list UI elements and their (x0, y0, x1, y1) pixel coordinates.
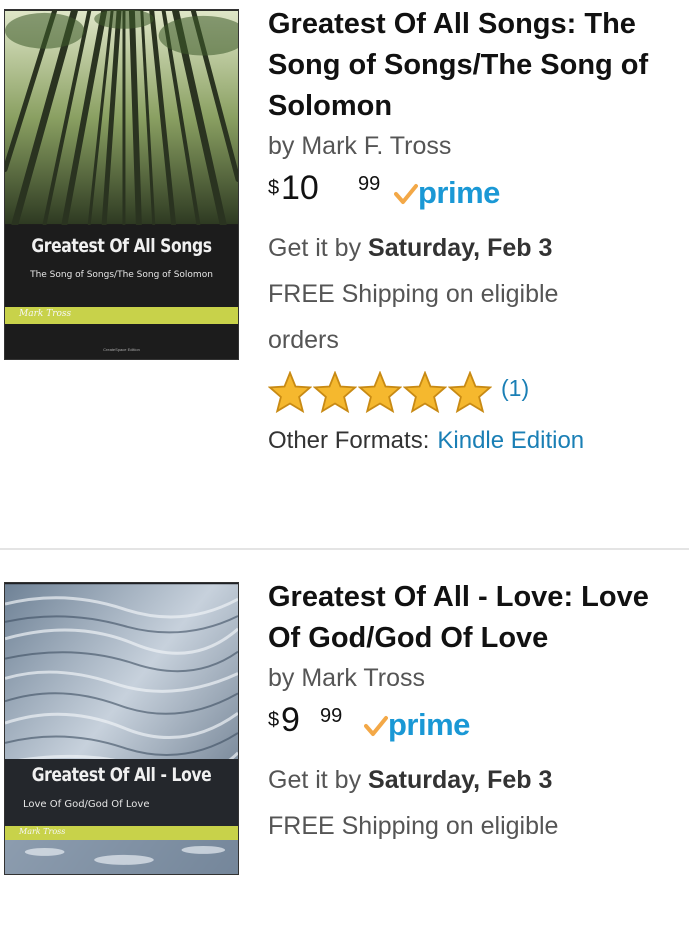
star-icon (403, 371, 447, 413)
shipping-info: FREE Shipping on eligible (268, 280, 559, 308)
price-cents: 99 (358, 173, 381, 195)
rating-count-link[interactable]: (1) (501, 375, 529, 402)
product-author: by Mark F. Tross (268, 132, 452, 160)
price-symbol: $ (268, 709, 280, 731)
prime-label: prime (418, 175, 500, 210)
shipping-info-cont: orders (268, 326, 339, 354)
bamboo-forest-image (5, 10, 238, 225)
price-cents: 99 (320, 705, 343, 727)
price: $ 10 99 prime (268, 163, 688, 225)
delivery-estimate: Get it by Saturday, Feb 3 (268, 225, 688, 271)
product-author: by Mark Tross (268, 664, 425, 692)
book-cover-1[interactable]: Greatest Of All Songs The Song of Songs/… (4, 9, 239, 360)
price-dollars: 9 (281, 701, 300, 739)
star-icon (313, 371, 357, 413)
other-formats: Other Formats: Kindle Edition (268, 427, 688, 455)
listing-divider (0, 548, 689, 550)
prime-check-icon (394, 184, 418, 204)
delivery-date: Saturday, Feb 3 (368, 766, 553, 794)
price-dollars: 10 (281, 169, 319, 207)
prime-check-icon (364, 716, 388, 736)
book-cover-2[interactable]: Greatest Of All - Love Love Of God/God O… (4, 582, 239, 875)
cover-subtitle: The Song of Songs/The Song of Solomon (30, 270, 213, 280)
cover-imprint: CreateSpace Edition (103, 347, 140, 352)
kindle-edition-link[interactable]: Kindle Edition (437, 427, 584, 454)
shipping-info: FREE Shipping on eligible (268, 812, 559, 840)
cover-title: Greatest Of All - Love (31, 764, 212, 786)
star-icon (448, 371, 492, 413)
star-icon (268, 371, 312, 413)
product-title[interactable]: Greatest Of All - Love: Love Of God/God … (268, 577, 688, 659)
delivery-prefix: Get it by (268, 234, 369, 262)
delivery-prefix: Get it by (268, 766, 369, 794)
delivery-estimate: Get it by Saturday, Feb 3 (268, 757, 688, 803)
other-formats-label: Other Formats: (268, 427, 430, 454)
star-icon (358, 371, 402, 413)
cover-author: Mark Tross (19, 309, 72, 319)
product-info-1: Greatest Of All Songs: The Song of Songs… (268, 4, 688, 455)
delivery-date: Saturday, Feb 3 (368, 234, 553, 262)
product-info-2: Greatest Of All - Love: Love Of God/God … (268, 577, 688, 849)
cover-subtitle: Love Of God/God Of Love (23, 799, 150, 810)
cover-author: Mark Tross (19, 827, 66, 836)
price: $ 9 99 prime (268, 695, 688, 757)
product-title[interactable]: Greatest Of All Songs: The Song of Songs… (268, 4, 688, 127)
prime-label: prime (388, 707, 470, 742)
cover-title: Greatest Of All Songs (31, 235, 212, 257)
price-symbol: $ (268, 177, 280, 199)
star-rating[interactable]: (1) (268, 371, 688, 421)
